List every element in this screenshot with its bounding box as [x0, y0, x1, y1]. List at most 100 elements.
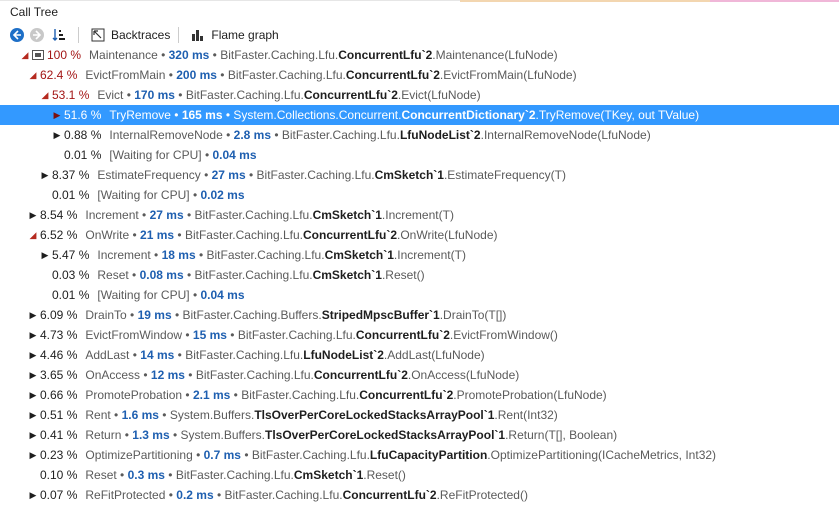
thread-icon [32, 49, 44, 60]
toolbar-separator [178, 27, 180, 43]
tree-row-content: 0.01 % [Waiting for CPU] • 0.02 ms [52, 185, 245, 205]
tree-row[interactable]: ▶ 0.66 % PromoteProbation • 2.1 ms • BitFa… [0, 385, 839, 405]
tree-row[interactable]: 0.10 % Reset • 0.3 ms • BitFaster.Caching… [0, 465, 839, 485]
row-signature: .TryRemove(TKey, out TValue) [535, 108, 700, 122]
row-class: StripedMpscBuffer`1 [321, 308, 440, 322]
tree-row[interactable]: 0.01 % [Waiting for CPU] • 0.02 ms [0, 185, 839, 205]
separator-dot: • [170, 108, 182, 122]
separator-dot: • [129, 348, 141, 362]
row-class: ConcurrentDictionary`2 [401, 108, 536, 122]
tree-row[interactable]: ◢ 62.4 % EvictFromMain • 200 ms • BitFaste… [0, 65, 839, 85]
tree-row[interactable]: ▶ 0.88 % InternalRemoveNode • 2.8 ms • Bit… [0, 125, 839, 145]
tree-row-content: 0.03 % Reset • 0.08 ms • BitFaster.Cachin… [52, 265, 425, 285]
separator-dot: • [182, 388, 193, 402]
expand-arrow-icon[interactable]: ▶ [28, 485, 38, 505]
expand-arrow-icon[interactable]: ▶ [28, 405, 38, 425]
row-method-name: ReFitProtected [85, 488, 166, 502]
row-method-name: Evict [97, 88, 124, 102]
row-time: 14 ms [140, 348, 175, 362]
tree-row[interactable]: ▶ 0.23 % OptimizePartitioning • 0.7 ms • B… [0, 445, 839, 465]
separator-dot: • [128, 268, 140, 282]
forward-arrow-icon[interactable] [30, 28, 44, 42]
row-namespace: BitFaster.Caching.Lfu. [241, 388, 360, 402]
separator-dot: • [226, 328, 238, 342]
row-percent: 0.23 % [40, 448, 78, 462]
tree-row[interactable]: ▶ 5.47 % Increment • 18 ms • BitFaster.Cac… [0, 245, 839, 265]
collapse-arrow-icon[interactable]: ◢ [20, 45, 30, 65]
tree-row[interactable]: 0.03 % Reset • 0.08 ms • BitFaster.Cachin… [0, 265, 839, 285]
expand-arrow-icon[interactable]: ▶ [28, 345, 38, 365]
back-arrow-icon[interactable] [10, 28, 24, 42]
row-signature: .OnAccess(LfuNode) [407, 368, 520, 382]
expand-arrow-icon[interactable]: ▶ [28, 305, 38, 325]
expand-arrow-icon[interactable]: ▶ [28, 365, 38, 385]
expand-arrow-icon[interactable]: ▶ [28, 325, 38, 345]
row-percent: 0.01 % [52, 188, 90, 202]
tree-row[interactable]: ▶ 0.51 % Rent • 1.6 ms • System.Buffers.Tl… [0, 405, 839, 425]
row-time: 2.8 ms [233, 128, 271, 142]
row-namespace: BitFaster.Caching.Buffers. [182, 308, 322, 322]
row-percent: 0.41 % [40, 428, 78, 442]
tree-row[interactable]: ▶ 8.54 % Increment • 27 ms • BitFaster.Cac… [0, 205, 839, 225]
row-percent: 0.03 % [52, 268, 90, 282]
separator-dot: • [165, 488, 177, 502]
expand-arrow-icon[interactable]: ▶ [28, 425, 38, 445]
collapse-arrow-icon[interactable]: ◢ [28, 65, 38, 85]
row-method-name: PromoteProbation [85, 388, 183, 402]
row-signature: .PromoteProbation(LfuNode) [453, 388, 607, 402]
tree-row[interactable]: ▶ 4.46 % AddLast • 14 ms • BitFaster.Cachi… [0, 345, 839, 365]
flame-graph-button[interactable]: Flame graph [187, 25, 282, 45]
separator-dot: • [157, 48, 169, 62]
tree-row[interactable]: ▶ 3.65 % OnAccess • 12 ms • BitFaster.Cach… [0, 365, 839, 385]
flame-graph-icon [191, 28, 205, 42]
row-signature: .Maintenance(LfuNode) [432, 48, 558, 62]
tree-row[interactable]: ◢ 6.52 % OnWrite • 21 ms • BitFaster.Cachi… [0, 225, 839, 245]
row-namespace: BitFaster.Caching.Lfu. [195, 368, 314, 382]
tree-row[interactable]: 0.01 % [Waiting for CPU] • 0.04 ms [0, 145, 839, 165]
tree-row-content: 8.37 % EstimateFrequency • 27 ms • BitFas… [52, 165, 566, 185]
row-namespace: BitFaster.Caching.Lfu. [227, 68, 346, 82]
tree-row[interactable]: 0.01 % [Waiting for CPU] • 0.04 ms [0, 285, 839, 305]
tree-row-content: 4.73 % EvictFromWindow • 15 ms • BitFaste… [40, 325, 558, 345]
row-method-name: Reset [97, 268, 129, 282]
row-time: 12 ms [150, 368, 185, 382]
row-namespace: BitFaster.Caching.Lfu. [281, 128, 400, 142]
row-percent: 4.46 % [40, 348, 78, 362]
tree-row-content: 53.1 % Evict • 170 ms • BitFaster.Caching… [52, 85, 481, 105]
row-method-name: EvictFromWindow [85, 328, 183, 342]
tree-row[interactable]: ▶ 0.41 % Return • 1.3 ms • System.Buffers.… [0, 425, 839, 445]
row-method-name: Increment [97, 248, 151, 262]
collapse-arrow-icon[interactable]: ◢ [40, 85, 50, 105]
tree-row[interactable]: ▶ 6.09 % DrainTo • 19 ms • BitFaster.Cachi… [0, 305, 839, 325]
backtraces-label: Backtraces [111, 28, 171, 42]
expand-arrow-icon[interactable]: ▶ [28, 445, 38, 465]
separator-dot: • [174, 348, 186, 362]
sort-icon[interactable] [52, 28, 66, 42]
row-method-name: Increment [85, 208, 139, 222]
tree-row-content: 6.09 % DrainTo • 19 ms • BitFaster.Cachin… [40, 305, 506, 325]
tree-row[interactable]: ▶ 8.37 % EstimateFrequency • 27 ms • BitFa… [0, 165, 839, 185]
expand-arrow-icon[interactable]: ▶ [40, 165, 50, 185]
collapse-arrow-icon[interactable]: ◢ [28, 225, 38, 245]
tree-row[interactable]: ▶ 51.6 % TryRemove • 165 ms • System.Colle… [0, 105, 839, 125]
expand-arrow-icon[interactable]: ▶ [52, 105, 62, 125]
call-tree: ◢ 100 % Maintenance • 320 ms • BitFaster.C… [0, 45, 839, 505]
row-class: CmSketch`1 [293, 468, 364, 482]
row-namespace: BitFaster.Caching.Lfu. [237, 328, 356, 342]
separator-dot: • [213, 488, 225, 502]
tree-row[interactable]: ◢ 53.1 % Evict • 170 ms • BitFaster.Cachin… [0, 85, 839, 105]
row-namespace: BitFaster.Caching.Lfu. [206, 248, 325, 262]
separator-dot: • [240, 448, 252, 462]
row-method-name: Reset [85, 468, 117, 482]
row-class: TlsOverPerCoreLockedStacksArrayPool`1 [254, 408, 495, 422]
expand-arrow-icon[interactable]: ▶ [28, 205, 38, 225]
tree-row[interactable]: ◢ 100 % Maintenance • 320 ms • BitFaster.C… [0, 45, 839, 65]
tree-row[interactable]: ▶ 0.07 % ReFitProtected • 0.2 ms • BitFast… [0, 485, 839, 505]
tree-row-content: 0.23 % OptimizePartitioning • 0.7 ms • Bi… [40, 445, 716, 465]
expand-arrow-icon[interactable]: ▶ [52, 125, 62, 145]
row-percent: 6.52 % [40, 228, 78, 242]
expand-arrow-icon[interactable]: ▶ [40, 245, 50, 265]
backtraces-button[interactable]: Backtraces [87, 25, 174, 45]
tree-row[interactable]: ▶ 4.73 % EvictFromWindow • 15 ms • BitFast… [0, 325, 839, 345]
expand-arrow-icon[interactable]: ▶ [28, 385, 38, 405]
